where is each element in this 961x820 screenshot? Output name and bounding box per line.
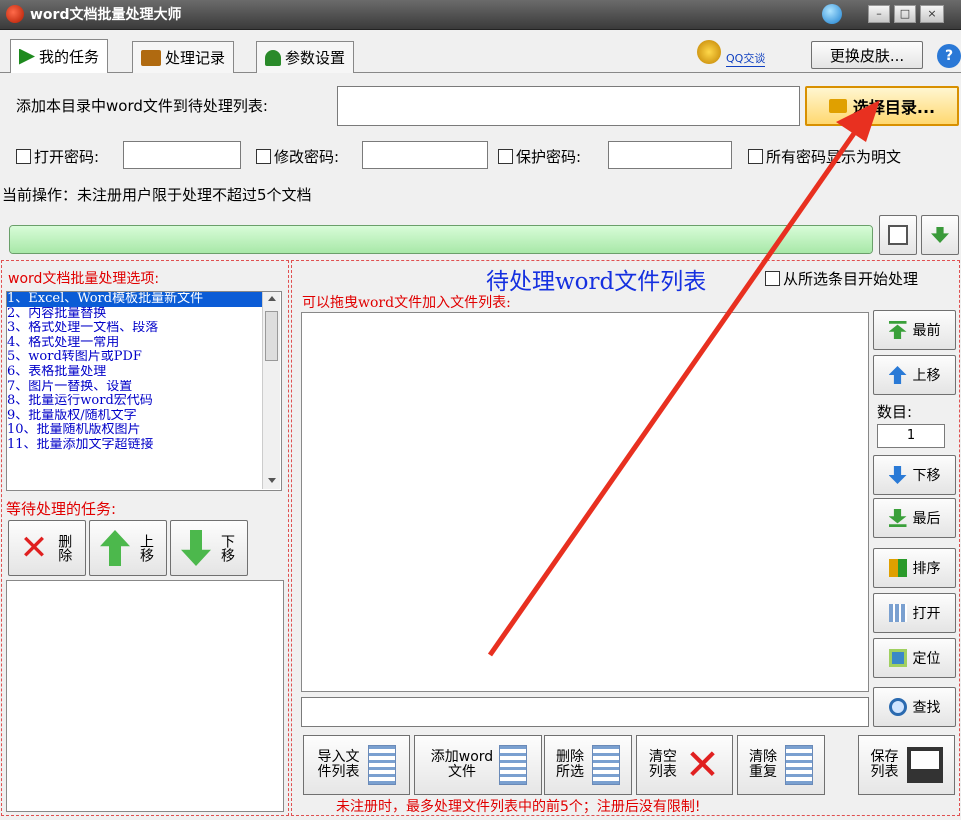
annotation-arrow [487, 100, 880, 657]
arrow-head [836, 100, 880, 142]
arrow-shaft [487, 130, 858, 657]
